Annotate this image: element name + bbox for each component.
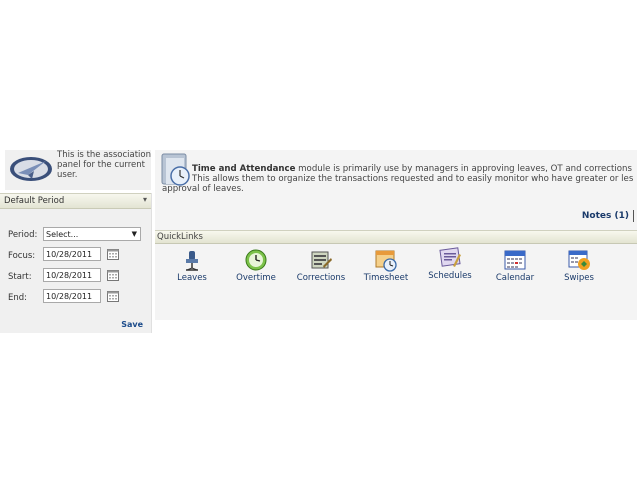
association-text: This is the association panel for the cu… <box>57 150 152 180</box>
period-label: Period: <box>8 230 38 240</box>
period-select-value: Select... <box>46 230 79 239</box>
notes-divider <box>633 210 634 222</box>
quicklink-calendar[interactable]: Calendar <box>490 248 540 283</box>
quicklink-label: Swipes <box>564 273 594 283</box>
start-row: Start: <box>8 272 42 282</box>
period-select[interactable]: Select... ▼ <box>43 227 141 241</box>
corrections-icon <box>311 251 332 269</box>
start-label: Start: <box>8 272 32 282</box>
default-period-header[interactable]: Default Period ▾ <box>0 193 151 209</box>
quicklink-swipes[interactable]: Swipes <box>554 248 604 283</box>
start-date-input[interactable]: 10/28/2011 <box>43 268 101 282</box>
calendar-picker-icon[interactable] <box>107 291 119 302</box>
end-row: End: <box>8 293 42 303</box>
description-line-1: module is primarily use by managers in a… <box>295 164 632 174</box>
quicklink-leaves[interactable]: Leaves <box>167 248 217 283</box>
save-button[interactable]: Save <box>121 320 143 329</box>
description-line-2: This allows them to organize the transac… <box>192 174 634 184</box>
quicklink-overtime[interactable]: Overtime <box>231 248 281 283</box>
focus-label: Focus: <box>8 251 36 261</box>
quicklink-label: Overtime <box>236 273 276 283</box>
quicklinks-title: QuickLinks <box>157 232 203 242</box>
default-period-panel: Default Period ▾ Period: Select... ▼ Foc… <box>0 193 152 333</box>
dropdown-arrow-icon: ▼ <box>131 230 137 238</box>
quicklink-label: Leaves <box>177 273 207 283</box>
notes-link[interactable]: Notes (1) <box>582 211 629 221</box>
quicklinks-header: QuickLinks <box>155 230 637 244</box>
association-panel: This is the association panel for the cu… <box>5 150 151 190</box>
end-label: End: <box>8 293 28 303</box>
focus-date-input[interactable]: 10/28/2011 <box>43 247 101 261</box>
calendar-picker-icon[interactable] <box>107 270 119 281</box>
module-intro-panel: Time and Attendance module is primarily … <box>155 150 637 230</box>
default-period-title: Default Period <box>4 196 65 206</box>
quicklink-label: Schedules <box>428 271 472 281</box>
quicklinks-panel: QuickLinks Leaves Overtime Corrections T… <box>155 230 637 320</box>
end-date-input[interactable]: 10/28/2011 <box>43 289 101 303</box>
schedules-icon <box>439 247 461 267</box>
module-name: Time and Attendance <box>192 164 296 174</box>
leaves-icon <box>186 251 198 271</box>
overtime-icon <box>245 249 267 271</box>
swipes-icon <box>568 250 590 270</box>
timesheet-icon <box>375 250 397 272</box>
quicklink-label: Corrections <box>296 273 346 283</box>
quicklink-schedules[interactable]: Schedules <box>425 246 475 281</box>
period-row: Period: <box>8 230 42 240</box>
collapse-icon[interactable]: ▾ <box>143 195 147 204</box>
quicklink-timesheet[interactable]: Timesheet <box>361 248 411 283</box>
quicklink-label: Timesheet <box>363 273 409 283</box>
quicklink-label: Calendar <box>495 273 535 283</box>
description-line-3: approval of leaves. <box>162 184 244 194</box>
calendar-picker-icon[interactable] <box>107 249 119 260</box>
quicklink-corrections[interactable]: Corrections <box>295 248 347 283</box>
module-description: Time and Attendance module is primarily … <box>162 164 637 194</box>
focus-row: Focus: <box>8 251 42 261</box>
calendar-icon <box>504 250 526 270</box>
paper-plane-icon <box>10 157 52 181</box>
